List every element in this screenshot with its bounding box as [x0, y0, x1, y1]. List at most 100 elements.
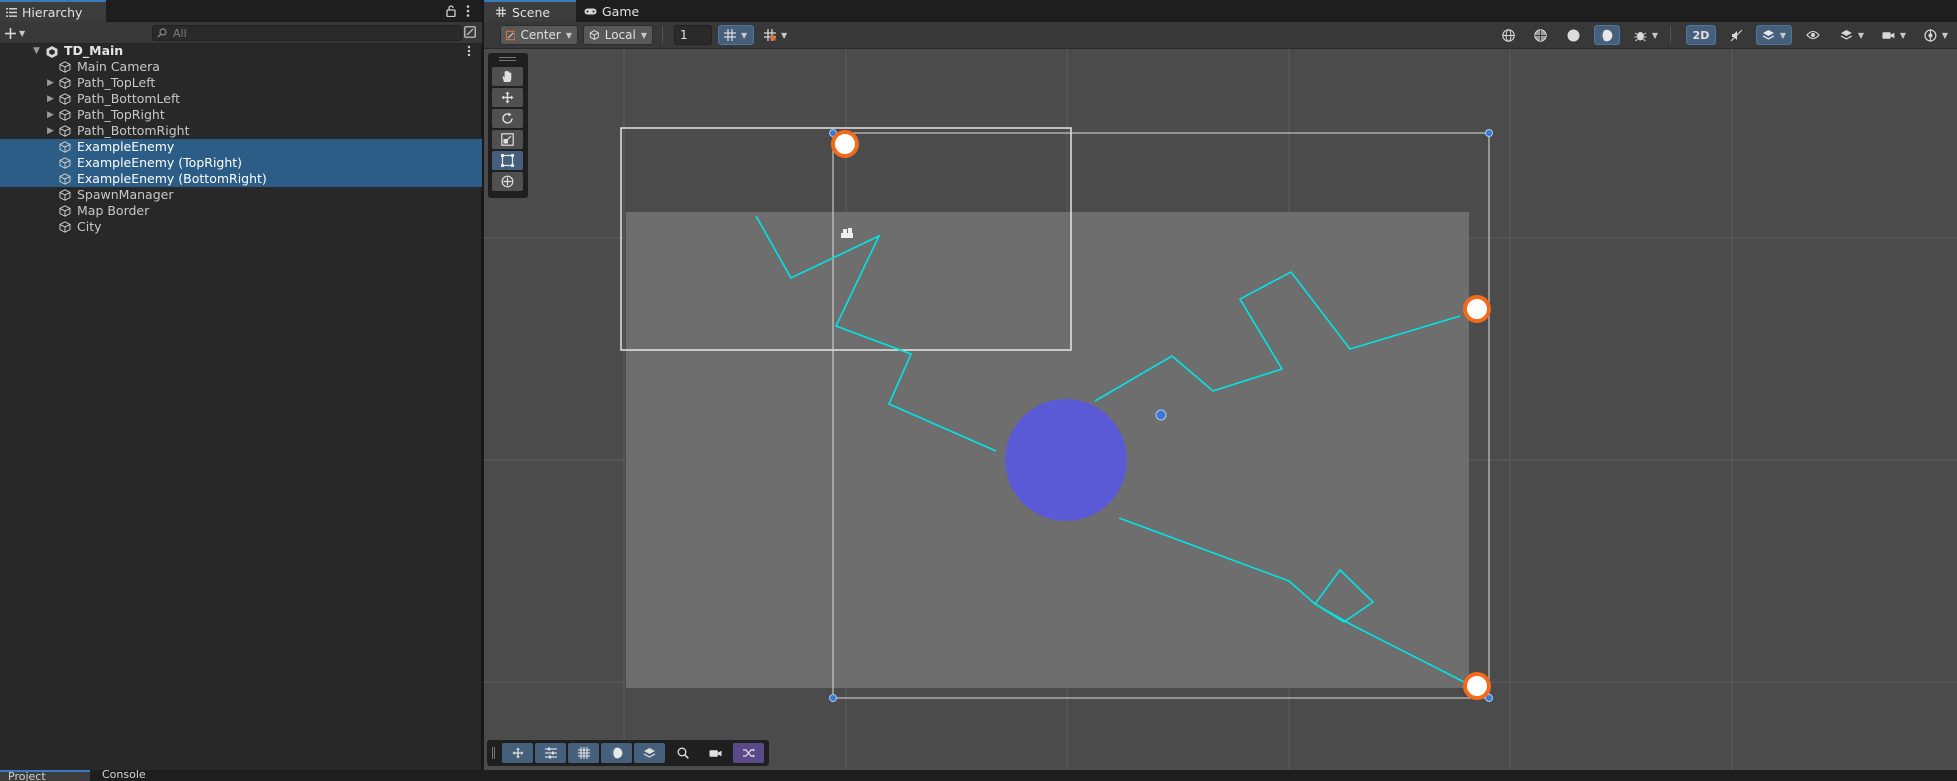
- tab-scene[interactable]: Scene: [484, 0, 576, 22]
- tab-game[interactable]: Game: [580, 0, 650, 22]
- view-tool-button[interactable]: [492, 67, 523, 86]
- hierarchy-item[interactable]: ExampleEnemy (TopRight): [0, 155, 482, 171]
- move-arrows-icon: [511, 747, 524, 759]
- grid-snapping-toggle[interactable]: ▼: [758, 25, 794, 45]
- tab-console[interactable]: Console: [102, 770, 182, 781]
- hierarchy-item-label: SpawnManager: [77, 187, 174, 202]
- foldout-collapsed-icon[interactable]: ▶: [47, 78, 54, 88]
- overlay-drag-handle[interactable]: [492, 747, 495, 759]
- effects-stack-icon: [1762, 30, 1775, 40]
- lock-icon[interactable]: [446, 5, 456, 17]
- create-button[interactable]: ▼: [5, 25, 31, 41]
- move-tool-button[interactable]: [492, 88, 523, 107]
- camera-overlay-button[interactable]: [700, 743, 731, 763]
- chevron-down-icon: ▼: [1857, 30, 1864, 40]
- hierarchy-item-label: Path_TopLeft: [77, 75, 156, 90]
- grid-overlay-button[interactable]: [568, 743, 599, 763]
- chevron-down-icon: ▼: [19, 28, 26, 38]
- shuffle-overlay-button[interactable]: [733, 743, 764, 763]
- scene-root-row[interactable]: ▼ TD_Main: [0, 43, 482, 59]
- shaded-button[interactable]: [1561, 25, 1587, 45]
- debug-draw-dropdown[interactable]: ▼: [1628, 25, 1664, 45]
- shaded-wireframe-button[interactable]: [1528, 25, 1554, 45]
- grid-snap-value: 1: [680, 28, 688, 42]
- tools-drag-handle[interactable]: [499, 57, 516, 61]
- hierarchy-item[interactable]: ▶ Path_TopRight: [0, 107, 482, 123]
- scene-menu-icon[interactable]: [467, 45, 471, 57]
- lighting-overlay-button[interactable]: [601, 743, 632, 763]
- gameobject-cube-icon: [59, 189, 71, 204]
- hierarchy-item[interactable]: City: [0, 219, 482, 235]
- draw-mode-button[interactable]: [1496, 25, 1522, 45]
- globe-icon: [1502, 28, 1515, 42]
- lighting-toggle[interactable]: [1594, 25, 1620, 45]
- hierarchy-item[interactable]: ▶ Path_TopLeft: [0, 75, 482, 91]
- hierarchy-item[interactable]: Map Border: [0, 203, 482, 219]
- tab-project[interactable]: Project: [0, 770, 90, 781]
- bottom-dock-tabs: [0, 770, 1957, 781]
- foldout-collapsed-icon[interactable]: ▶: [47, 126, 54, 136]
- grid-icon: [577, 747, 590, 759]
- scene-tab-bar: [484, 0, 1957, 22]
- hierarchy-item[interactable]: SpawnManager: [0, 187, 482, 203]
- layers-overlay-button[interactable]: [634, 743, 665, 763]
- rect-tool-button[interactable]: [492, 151, 523, 170]
- gameobject-cube-icon: [59, 93, 71, 108]
- hierarchy-search-input[interactable]: All: [152, 25, 462, 41]
- effects-dropdown[interactable]: ▼: [1756, 25, 1792, 45]
- city-circle[interactable]: [1005, 399, 1127, 521]
- hierarchy-item-label: ExampleEnemy (TopRight): [77, 155, 243, 170]
- scale-tool-button[interactable]: [492, 130, 523, 149]
- foldout-expanded-icon[interactable]: ▼: [33, 46, 40, 56]
- chevron-down-icon: ▼: [1779, 30, 1786, 40]
- search-icon: [157, 28, 167, 38]
- hierarchy-item-label: Path_BottomLeft: [77, 91, 181, 106]
- game-tab-label: Game: [602, 3, 640, 19]
- hierarchy-item[interactable]: ▶ Path_BottomLeft: [0, 91, 482, 107]
- space-dropdown[interactable]: Local ▼: [583, 25, 653, 45]
- layers-dropdown[interactable]: ▼: [1834, 25, 1870, 45]
- scene-visibility-toggle[interactable]: [1800, 25, 1826, 45]
- tab-hierarchy[interactable]: Hierarchy: [0, 0, 106, 22]
- hierarchy-item[interactable]: ExampleEnemy (BottomRight): [0, 171, 482, 187]
- mode-2d-toggle[interactable]: 2D: [1686, 25, 1716, 45]
- hierarchy-item[interactable]: ▶ Path_BottomRight: [0, 123, 482, 139]
- plus-icon: [5, 27, 16, 39]
- settings-overlay-button[interactable]: [535, 743, 566, 763]
- space-label: Local: [604, 28, 636, 42]
- rect-transform-icon: [501, 154, 514, 167]
- console-tab-label: Console: [102, 770, 146, 781]
- grid-visibility-toggle[interactable]: ▼: [718, 25, 754, 45]
- camera-icon: [709, 749, 722, 757]
- chevron-down-icon: ▼: [741, 30, 748, 40]
- scene-canvas[interactable]: [484, 49, 1957, 770]
- hierarchy-item[interactable]: ExampleEnemy: [0, 139, 482, 155]
- hierarchy-item-label: Main Camera: [77, 59, 160, 74]
- hierarchy-item[interactable]: Main Camera: [0, 59, 482, 75]
- hierarchy-menu-icon[interactable]: [466, 4, 470, 18]
- audio-toggle[interactable]: [1724, 25, 1750, 45]
- gizmos-dropdown[interactable]: ▼: [1918, 25, 1954, 45]
- mode-2d-label: 2D: [1692, 28, 1710, 42]
- eye-icon: [1806, 30, 1820, 40]
- grid-icon: [724, 29, 736, 41]
- transform-tool-button[interactable]: [492, 172, 523, 191]
- pivot-dropdown[interactable]: Center ▼: [500, 25, 578, 45]
- gameobject-cube-icon: [59, 125, 71, 140]
- hierarchy-item-label: Path_BottomRight: [77, 123, 190, 138]
- rotate-tool-button[interactable]: [492, 109, 523, 128]
- chevron-down-icon: ▼: [565, 30, 572, 40]
- gameobject-cube-icon: [59, 157, 71, 172]
- grid-hash-icon: [496, 7, 506, 17]
- hierarchy-item-label: Map Border: [77, 203, 150, 218]
- foldout-collapsed-icon[interactable]: ▶: [47, 94, 54, 104]
- gameobject-cube-icon: [59, 221, 71, 236]
- camera-dropdown[interactable]: ▼: [1876, 25, 1912, 45]
- scene-tab-label: Scene: [512, 4, 551, 20]
- search-overlay-button[interactable]: [667, 743, 698, 763]
- foldout-collapsed-icon[interactable]: ▶: [47, 110, 54, 120]
- scene-visibility-icon[interactable]: [464, 26, 476, 38]
- gizmo-icon: [1924, 28, 1937, 42]
- move-overlay-button[interactable]: [502, 743, 533, 763]
- grid-snap-input[interactable]: 1: [674, 25, 712, 45]
